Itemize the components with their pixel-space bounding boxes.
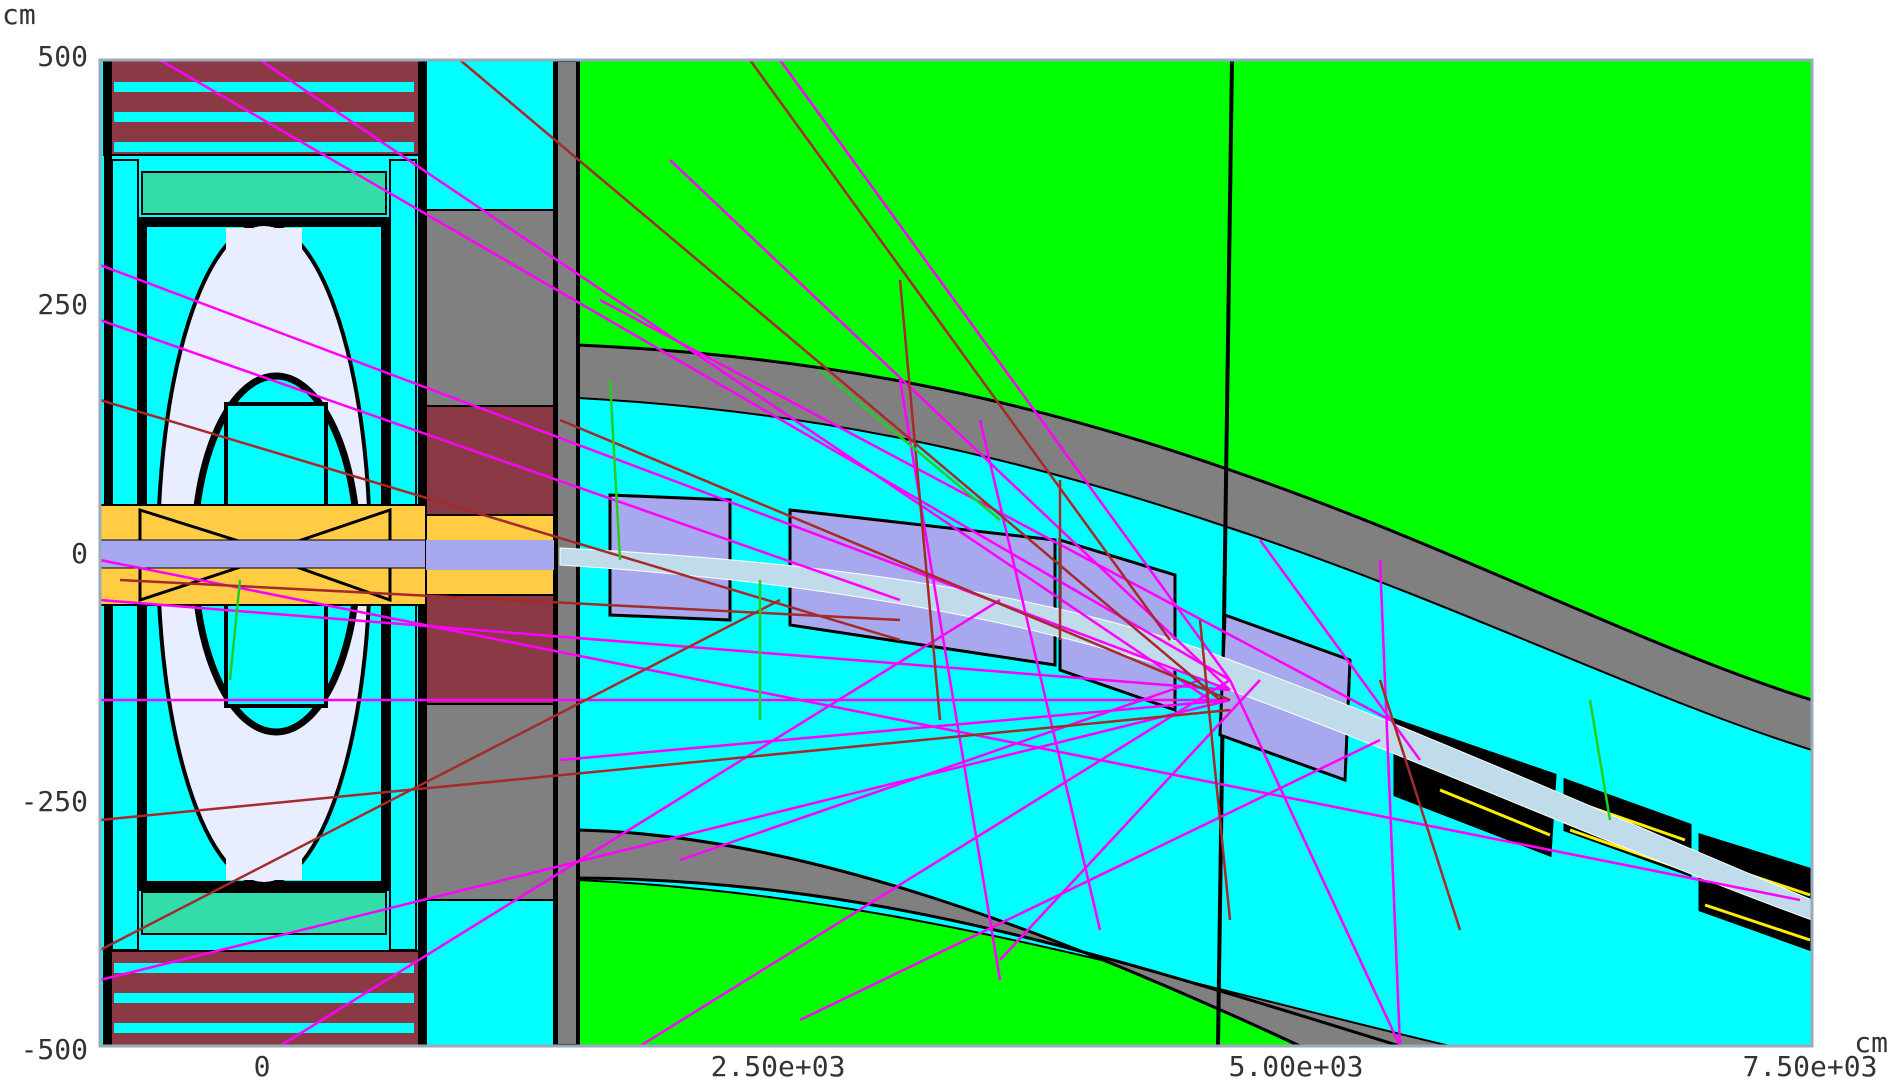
x-axis-unit-label: cm: [1854, 1026, 1888, 1059]
shield-beamline-core: [426, 540, 554, 570]
shield-cyan-upper: [425, 60, 555, 211]
y-tick-label-minus-250: -250: [21, 785, 88, 818]
y-axis-unit-label: cm: [2, 0, 36, 31]
x-tick-label-2500: 2.50e+03: [711, 1050, 846, 1083]
y-tick-label-500: 500: [37, 40, 88, 73]
shield-gray-upper: [425, 209, 555, 407]
calorimeter-block-bottom: [141, 891, 387, 935]
x-tick-label-0: 0: [254, 1050, 271, 1083]
x-tick-label-5000: 5.00e+03: [1229, 1050, 1364, 1083]
detector-geometry-plot: cm 500 250 0 -250 -500 0 2.50e+03 5.00e+…: [2, 0, 1888, 1083]
shield-cyan-lower: [425, 899, 555, 1046]
y-tick-label-250: 250: [37, 288, 88, 321]
y-tick-label-minus-500: -500: [21, 1033, 88, 1066]
y-tick-label-0: 0: [71, 537, 88, 570]
shield-gray-lower: [425, 703, 555, 901]
calorimeter-block-top: [141, 171, 387, 215]
